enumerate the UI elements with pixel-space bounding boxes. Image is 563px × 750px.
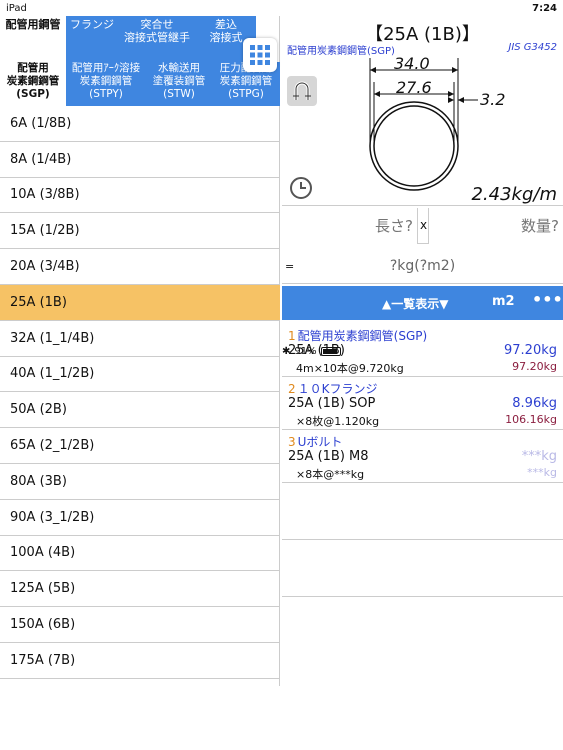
size-row[interactable]: 15A (1/2B) — [0, 213, 280, 250]
right-panel: 【25A (1B)】 配管用炭素鋼鋼管(SGP) JIS G3452 34.0 — [282, 16, 563, 686]
size-row[interactable]: 90A (3_1/2B) — [0, 500, 280, 536]
clock-time: 7:24 — [532, 2, 557, 14]
item-number: 2 — [288, 382, 296, 396]
item-subtotal: 106.16kg — [505, 413, 557, 426]
item-name: Uボルト — [297, 435, 343, 449]
unit-toggle-button[interactable]: m2 — [492, 294, 515, 309]
item-calc: ×8本@***kg — [296, 468, 365, 481]
clock-icon — [290, 177, 312, 199]
device-name: iPad — [6, 2, 27, 14]
unit-weight: 2.43kg/m — [471, 184, 557, 205]
grid-icon — [250, 45, 270, 65]
tab-butt-weld[interactable]: 突合せ 溶接式管継手 — [118, 16, 196, 62]
list-item[interactable]: 1 配管用炭素鋼鋼管(SGP) 25A (1B) 97.20kg 4m×10本@9… — [282, 324, 563, 377]
size-list: 6A (1/8B) 8A (1/4B) 10A (3/8B) 15A (1/2B) 20… — [0, 106, 280, 679]
item-number: 3 — [288, 435, 296, 449]
subtab-stw[interactable]: 水輸送用 塗覆装鋼管 (STW) — [146, 62, 212, 106]
category-tabs: 配管用鋼管 フランジ 突合せ 溶接式管継手 差込 溶接式 配管用 炭素鋼鋼管 (… — [0, 16, 280, 106]
outer-diameter-label: 34.0 — [394, 54, 430, 73]
item-total: 97.20kg — [504, 343, 557, 358]
subtab-sgp[interactable]: 配管用 炭素鋼鋼管 (SGP) — [0, 62, 66, 106]
subtab-stpy[interactable]: 配管用ｱｰｸ溶接 炭素鋼鋼管 (STPY) — [66, 62, 146, 106]
pipe-detail: 【25A (1B)】 配管用炭素鋼鋼管(SGP) JIS G3452 34.0 — [282, 16, 563, 206]
size-row[interactable]: 20A (3/4B) — [0, 249, 280, 285]
size-row[interactable]: 40A (1_1/2B) — [0, 357, 280, 393]
item-spec: 25A (1B) — [288, 343, 345, 358]
status-bar: iPad 7:24 ✱ 91% — [0, 0, 563, 357]
item-subtotal: ***kg — [527, 466, 557, 479]
size-row[interactable]: 8A (1/4B) — [0, 142, 280, 178]
more-icon[interactable]: ••• — [532, 290, 563, 309]
inner-diameter-label: 27.6 — [396, 78, 432, 97]
times-sign: x — [420, 218, 428, 232]
item-spec: 25A (1B) M8 — [288, 449, 369, 464]
pipe-cross-section — [369, 58, 478, 191]
item-name: １０Kフランジ — [297, 382, 378, 396]
item-total: 8.96kg — [512, 396, 557, 411]
thickness-label: 3.2 — [480, 90, 506, 109]
tab-pipe[interactable]: 配管用鋼管 — [0, 16, 66, 62]
size-row[interactable]: 100A (4B) — [0, 536, 280, 572]
size-row[interactable]: 125A (5B) — [0, 571, 280, 608]
empty-row — [282, 540, 563, 597]
length-input[interactable] — [282, 208, 418, 244]
list-toolbar: ▲一覧表示▼ m2 ••• — [282, 286, 563, 320]
list-item[interactable]: 2 １０Kフランジ 25A (1B) SOP 8.96kg ×8枚@1.120kg… — [282, 377, 563, 430]
list-toggle-button[interactable]: ▲一覧表示▼ — [382, 295, 448, 312]
size-row[interactable]: 50A (2B) — [0, 392, 280, 429]
list-item[interactable]: 3 Uボルト 25A (1B) M8 ***kg ×8本@***kg ***kg — [282, 430, 563, 483]
u-bolt-icon — [293, 81, 311, 100]
size-row[interactable]: 65A (2_1/2B) — [0, 428, 280, 464]
left-panel: 配管用鋼管 フランジ 突合せ 溶接式管継手 差込 溶接式 配管用 炭素鋼鋼管 (… — [0, 16, 280, 686]
item-calc: ×8枚@1.120kg — [296, 415, 380, 428]
size-row[interactable]: 150A (6B) — [0, 607, 280, 643]
empty-row — [282, 483, 563, 540]
item-name: 配管用炭素鋼鋼管(SGP) — [297, 329, 428, 343]
item-subtotal: 97.20kg — [512, 360, 557, 373]
item-number: 1 — [288, 329, 296, 343]
calc-list: 1 配管用炭素鋼鋼管(SGP) 25A (1B) 97.20kg 4m×10本@9… — [282, 324, 563, 597]
size-row[interactable]: 32A (1_1/4B) — [0, 321, 280, 357]
size-row[interactable]: 80A (3B) — [0, 464, 280, 500]
item-spec: 25A (1B) SOP — [288, 396, 376, 411]
size-row[interactable]: 6A (1/8B) — [0, 106, 280, 142]
calc-result: = ?kg(?m2) — [282, 248, 563, 284]
history-button[interactable] — [289, 176, 313, 200]
size-row[interactable]: 175A (7B) — [0, 643, 280, 679]
size-row[interactable]: 25A (1B) — [0, 284, 280, 321]
item-calc: 4m×10本@9.720kg — [296, 362, 404, 375]
calc-inputs: x — [282, 208, 563, 244]
result-value: ?kg(?m2) — [389, 258, 456, 274]
tab-flange[interactable]: フランジ — [66, 16, 118, 62]
size-row[interactable]: 10A (3/8B) — [0, 178, 280, 214]
u-bolt-button[interactable] — [287, 76, 317, 106]
grid-menu-button[interactable] — [243, 38, 277, 72]
quantity-input[interactable] — [428, 208, 563, 244]
item-total: ***kg — [521, 449, 557, 464]
